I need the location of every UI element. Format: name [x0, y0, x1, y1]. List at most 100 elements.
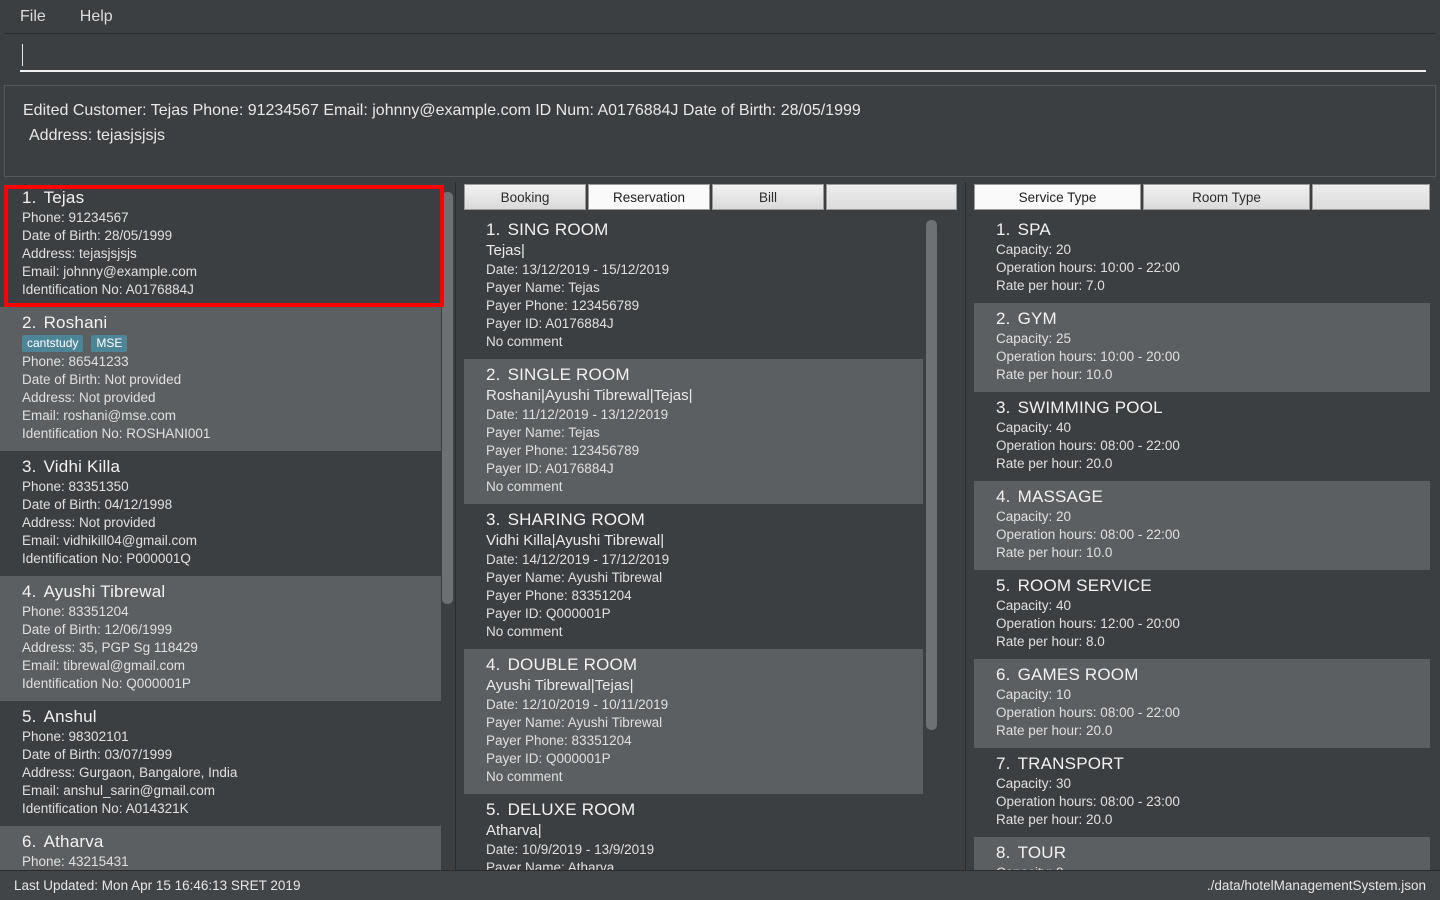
service-name-row: 4. MASSAGE — [996, 487, 1414, 507]
booking-list-item[interactable]: 1. SING ROOM Tejas| Date: 13/12/2019 - 15/1… — [464, 214, 923, 359]
service-capacity: Capacity: 40 — [996, 598, 1072, 613]
service-name: SPA — [1017, 220, 1051, 239]
booking-room-row: 5. DELUXE ROOM — [486, 800, 907, 820]
booking-panel: Booking Reservation Bill 1. SING ROOM Teja… — [456, 182, 966, 870]
service-panel: Service Type Room Type 1. SPA Capacity: 20… — [966, 182, 1438, 870]
customer-list-scroll-thumb[interactable] — [442, 192, 453, 604]
customer-list-item[interactable]: 4. Ayushi Tibrewal Phone: 83351204 Date of … — [0, 576, 441, 701]
service-name: ROOM SERVICE — [1017, 576, 1152, 595]
booking-list-item[interactable]: 3. SHARING ROOM Vidhi Killa|Ayushi Tibrewa… — [464, 504, 923, 649]
customer-list-scrollbar[interactable] — [442, 186, 453, 866]
booking-list-item[interactable]: 4. DOUBLE ROOM Ayushi Tibrewal|Tejas| Date:… — [464, 649, 923, 794]
service-index: 6. — [996, 665, 1011, 684]
booking-payer-id: Payer ID: Q000001P — [486, 751, 611, 766]
service-rate-per-hour: Rate per hour: 20.0 — [996, 723, 1113, 738]
tab-room-type[interactable]: Room Type — [1143, 184, 1310, 210]
customer-name-row: 4. Ayushi Tibrewal — [22, 582, 425, 602]
tab-reservation[interactable]: Reservation — [588, 184, 710, 210]
service-tabstrip-filler — [1312, 184, 1430, 210]
booking-date: Date: 12/10/2019 - 10/11/2019 — [486, 697, 669, 712]
customer-phone: Phone: 86541233 — [22, 354, 129, 369]
customer-email: Email: johnny@example.com — [22, 264, 198, 279]
customer-name: Ayushi Tibrewal — [43, 582, 166, 601]
booking-list-scrollbar[interactable] — [926, 218, 937, 866]
service-operation-hours: Operation hours: 10:00 - 22:00 — [996, 260, 1180, 275]
booking-list-item[interactable]: 5. DELUXE ROOM Atharva| Date: 10/9/2019 - 1… — [464, 794, 923, 870]
tab-service-type[interactable]: Service Type — [974, 184, 1141, 210]
service-capacity: Capacity: 10 — [996, 687, 1072, 702]
service-name-row: 2. GYM — [996, 309, 1414, 329]
customer-list-item[interactable]: 3. Vidhi Killa Phone: 83351350 Date of Birt… — [0, 451, 441, 576]
customer-list-item[interactable]: 5. Anshul Phone: 98302101 Date of Birth: 03… — [0, 701, 441, 826]
service-name: GYM — [1017, 309, 1057, 328]
customer-dob: Date of Birth: 28/05/1999 — [22, 228, 173, 243]
customer-address: Address: Gurgaon, Bangalore, India — [22, 765, 238, 780]
customer-dob: Date of Birth: 04/12/1998 — [22, 497, 173, 512]
booking-list-scroll-thumb[interactable] — [926, 220, 937, 730]
customer-list-item[interactable]: 2. Roshani cantstudy MSE Phone: 86541233 Date… — [0, 307, 441, 451]
customer-list-item[interactable]: 1. Tejas Phone: 91234567 Date of Birth: 28/… — [0, 182, 441, 307]
customer-badges: cantstudy MSE — [22, 335, 425, 352]
service-list-item[interactable]: 4. MASSAGE Capacity: 20 Operation hours: 08… — [974, 481, 1430, 570]
command-input[interactable] — [20, 42, 1426, 72]
service-list-item[interactable]: 3. SWIMMING POOL Capacity: 40 Operation hou… — [974, 392, 1430, 481]
customer-dob: Date of Birth: Not provided — [22, 372, 182, 387]
customer-phone: Phone: 83351204 — [22, 604, 129, 619]
service-list-item[interactable]: 5. ROOM SERVICE Capacity: 40 Operation hour… — [974, 570, 1430, 659]
service-name: TOUR — [1017, 843, 1067, 862]
booking-room-row: 2. SINGLE ROOM — [486, 365, 907, 385]
customer-phone: Phone: 83351350 — [22, 479, 129, 494]
service-name: TRANSPORT — [1017, 754, 1124, 773]
menu-item-file[interactable]: File — [14, 5, 52, 29]
service-list-item[interactable]: 2. GYM Capacity: 25 Operation hours: 10:00 … — [974, 303, 1430, 392]
customer-dob: Date of Birth: 03/07/1999 — [22, 747, 173, 762]
status-last-updated: Last Updated: Mon Apr 15 16:46:13 SRET 2… — [14, 878, 301, 893]
customer-dob: Date of Birth: 12/06/1999 — [22, 622, 173, 637]
service-capacity: Capacity: 25 — [996, 331, 1072, 346]
customer-index: 4. — [22, 582, 37, 601]
booking-index: 3. — [486, 510, 501, 529]
service-list-item[interactable]: 7. TRANSPORT Capacity: 30 Operation hours: … — [974, 748, 1430, 837]
service-operation-hours: Operation hours: 08:00 - 22:00 — [996, 527, 1180, 542]
customer-list-item[interactable]: 6.AtharvaPhone: 43215431Date of Birth: N… — [0, 826, 441, 870]
service-name-row: 1. SPA — [996, 220, 1414, 240]
booking-index: 1. — [486, 220, 501, 239]
service-list-item[interactable]: 6. GAMES ROOM Capacity: 10 Operation hours:… — [974, 659, 1430, 748]
service-list-item[interactable]: 8.TOURCapacity: 8Operation hours: 10:00 … — [974, 837, 1430, 870]
customer-phone: Phone: 43215431 — [22, 854, 129, 869]
service-rate-per-hour: Rate per hour: 10.0 — [996, 367, 1113, 382]
booking-occupants: Ayushi Tibrewal|Tejas| — [486, 677, 634, 694]
menu-item-help[interactable]: Help — [74, 5, 119, 29]
service-name-row: 3. SWIMMING POOL — [996, 398, 1414, 418]
customer-list[interactable]: 1. Tejas Phone: 91234567 Date of Birth: 28/… — [0, 182, 441, 870]
service-list[interactable]: 1. SPA Capacity: 20 Operation hours: 10:00 … — [974, 214, 1430, 870]
customer-address: Address: tejasjsjsjs — [22, 246, 137, 261]
booking-date: Date: 13/12/2019 - 15/12/2019 — [486, 262, 670, 277]
service-list-item[interactable]: 1. SPA Capacity: 20 Operation hours: 10:00 … — [974, 214, 1430, 303]
service-capacity: Capacity: 40 — [996, 420, 1072, 435]
booking-list-item[interactable]: 2. SINGLE ROOM Roshani|Ayushi Tibrewal|Tej… — [464, 359, 923, 504]
booking-payer-id: Payer ID: A0176884J — [486, 316, 614, 331]
service-index: 8. — [996, 843, 1011, 862]
booking-list[interactable]: 1. SING ROOM Tejas| Date: 13/12/2019 - 15/1… — [464, 214, 923, 870]
command-field-container — [4, 33, 1436, 81]
booking-room-name: SHARING ROOM — [507, 510, 646, 529]
booking-payer-id: Payer ID: A0176884J — [486, 461, 614, 476]
menu-bar: File Help — [0, 0, 1440, 33]
customer-index: 5. — [22, 707, 37, 726]
tab-bill[interactable]: Bill — [712, 184, 824, 210]
booking-occupants: Atharva| — [486, 822, 542, 839]
tab-booking[interactable]: Booking — [464, 184, 586, 210]
booking-payer-phone: Payer Phone: 123456789 — [486, 298, 640, 313]
booking-comment: No comment — [486, 479, 563, 494]
booking-date: Date: 11/12/2019 - 13/12/2019 — [486, 407, 669, 422]
result-line-primary: Edited Customer: Tejas Phone: 91234567 E… — [23, 102, 861, 119]
service-index: 5. — [996, 576, 1011, 595]
service-capacity: Capacity: 30 — [996, 776, 1072, 791]
service-operation-hours: Operation hours: 10:00 - 20:00 — [996, 349, 1180, 364]
booking-comment: No comment — [486, 334, 563, 349]
customer-identification: Identification No: P000001Q — [22, 551, 191, 566]
booking-index: 5. — [486, 800, 501, 819]
service-rate-per-hour: Rate per hour: 20.0 — [996, 456, 1113, 471]
service-operation-hours: Operation hours: 12:00 - 20:00 — [996, 616, 1180, 631]
